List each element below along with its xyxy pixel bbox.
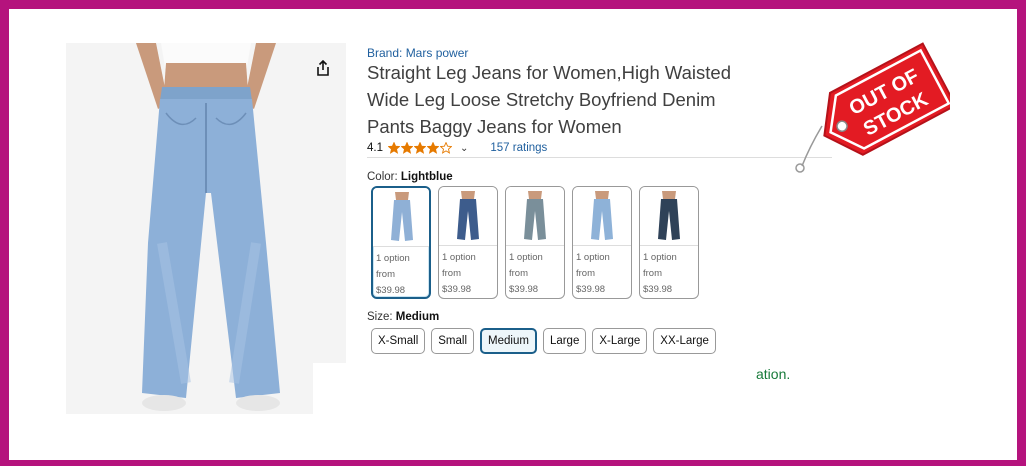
image-gap (313, 363, 353, 418)
swatch-price: $39.98 (576, 284, 606, 295)
size-label-prefix: Size: (367, 311, 396, 323)
star-icon (414, 142, 426, 154)
star-icon (440, 142, 452, 154)
tag-string (801, 125, 823, 167)
swatch-option-count: 1 option (576, 252, 610, 263)
swatch-option-count: 1 option (509, 252, 543, 263)
swatch-price: $39.98 (376, 285, 406, 296)
swatch-info: 1 option from $39.98 (509, 250, 543, 298)
size-button-medium[interactable]: Medium (480, 328, 537, 354)
share-button[interactable] (312, 57, 334, 79)
swatch-info: 1 option from $39.98 (376, 251, 410, 297)
size-options: X-Small Small Medium Large X-Large XX-La… (371, 328, 716, 354)
swatch-from: from (576, 268, 595, 279)
ratings-count-link[interactable]: 157 ratings (490, 142, 547, 154)
star-icon (401, 142, 413, 154)
brand-link[interactable]: Brand: Mars power (367, 46, 468, 60)
swatch-price: $39.98 (643, 284, 673, 295)
chevron-down-icon[interactable]: ⌄ (460, 143, 468, 154)
swatch-image (506, 187, 564, 246)
color-label: Color: Lightblue (367, 171, 453, 183)
out-of-stock-tag: OUT OF STOCK (795, 42, 950, 173)
swatch-image (373, 188, 429, 247)
swatch-option-count: 1 option (442, 252, 476, 263)
size-button-x-large[interactable]: X-Large (592, 328, 648, 354)
product-title: Straight Leg Jeans for Women,High Waiste… (367, 59, 787, 140)
swatch-option-count: 1 option (376, 253, 410, 264)
jeans-photo (66, 43, 346, 414)
swatch-option-count: 1 option (643, 252, 677, 263)
divider (367, 157, 832, 158)
color-swatches: 1 option from $39.98 1 option from $39.9… (371, 186, 699, 299)
product-image[interactable] (66, 43, 346, 414)
star-icon (388, 142, 400, 154)
jeans-thumbnail (506, 187, 564, 245)
title-line: Wide Leg Loose Stretchy Boyfriend Denim (367, 89, 716, 110)
jeans-thumbnail (373, 188, 429, 246)
title-line: Straight Leg Jeans for Women,High Waiste… (367, 62, 732, 83)
size-label: Size: Medium (367, 311, 439, 323)
swatch-from: from (509, 268, 528, 279)
swatch-from: from (376, 269, 395, 280)
swatch-price: $39.98 (509, 284, 539, 295)
size-button-x-small[interactable]: X-Small (371, 328, 426, 354)
size-button-xx-large[interactable]: XX-Large (653, 328, 716, 354)
tag-ring (795, 163, 805, 173)
swatch-image (640, 187, 698, 246)
color-swatch[interactable]: 1 option from $39.98 (438, 186, 498, 299)
color-swatch[interactable]: 1 option from $39.98 (572, 186, 632, 299)
size-button-small[interactable]: Small (431, 328, 475, 354)
swatch-price: $39.98 (442, 284, 472, 295)
selected-color: Lightblue (400, 171, 453, 183)
rating-row: 4.1 ⌄ 157 ratings (367, 140, 547, 156)
share-icon (317, 60, 329, 76)
selected-size: Medium (395, 311, 440, 323)
jeans-thumbnail (439, 187, 497, 245)
color-swatch[interactable]: 1 option from $39.98 (505, 186, 565, 299)
jeans-thumbnail (573, 187, 631, 245)
size-button-large[interactable]: Large (542, 328, 587, 354)
availability-text: ation. (756, 366, 791, 382)
color-swatch[interactable]: 1 option from $39.98 (639, 186, 699, 299)
star-rating[interactable] (388, 142, 453, 154)
star-icon (427, 142, 439, 154)
swatch-from: from (643, 268, 662, 279)
swatch-info: 1 option from $39.98 (643, 250, 677, 298)
swatch-info: 1 option from $39.98 (442, 250, 476, 298)
title-line: Pants Baggy Jeans for Women (367, 116, 622, 137)
color-swatch[interactable]: 1 option from $39.98 (371, 186, 431, 299)
swatch-image (439, 187, 497, 246)
color-label-prefix: Color: (367, 171, 401, 183)
swatch-image (573, 187, 631, 246)
rating-value: 4.1 (367, 142, 383, 154)
jeans-thumbnail (640, 187, 698, 245)
swatch-from: from (442, 268, 461, 279)
swatch-info: 1 option from $39.98 (576, 250, 610, 298)
